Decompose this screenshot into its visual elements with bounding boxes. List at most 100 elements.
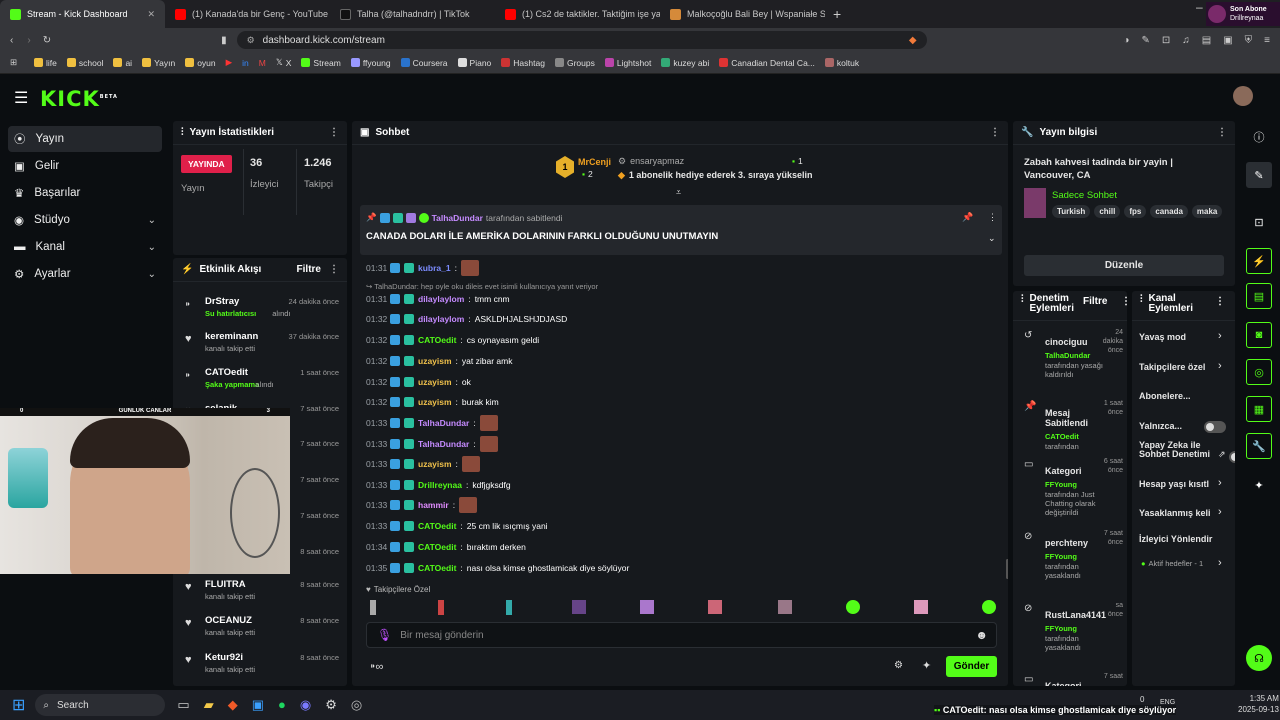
emote-icon[interactable] (846, 600, 860, 614)
url-field[interactable]: ⚙ dashboard.kick.com/stream ◆ (236, 31, 927, 49)
brave-shield-icon[interactable]: ◆ (909, 35, 917, 46)
send-button[interactable]: Gönder (946, 656, 997, 677)
chat-message[interactable]: 01:33 TalhaDundar: (366, 415, 498, 431)
bookmark-folder[interactable]: Yayın (142, 58, 175, 68)
lightning-icon[interactable]: ⚡ (1246, 248, 1272, 274)
sidebar-item-studyo[interactable]: ◉ Stüdyo ⌄ (8, 207, 162, 233)
apps-grid-icon[interactable]: ⊞ (10, 57, 17, 68)
emote-icon[interactable] (370, 600, 376, 615)
task-view-icon[interactable]: ▭ (177, 697, 189, 713)
chat-message[interactable]: 01:32 uzayism: yat zibar amk (366, 354, 512, 368)
bookmark-x[interactable]: 𝕏X (276, 57, 292, 68)
windows-start-icon[interactable]: ⊞ (12, 695, 25, 715)
mod-action-item[interactable]: ▭ Kategori 6 saat önce FFYoung tarafından Ju… (1013, 458, 1127, 523)
mod-action-by[interactable]: FFYoung (1045, 480, 1077, 489)
more-options-icon[interactable]: ⋮ (988, 212, 997, 223)
emote-icon[interactable] (572, 600, 586, 614)
activity-item[interactable]: ⁍ DrStray 24 dakika önce Su hatırlatıcısı a… (173, 296, 347, 326)
chat-username[interactable]: uzayism (418, 356, 452, 366)
more-options-icon[interactable]: ⋮ (329, 264, 339, 275)
emote-icon[interactable] (914, 600, 928, 614)
clock[interactable]: 1:35 AM 2025-09-13 (1238, 693, 1279, 715)
edit-icon[interactable]: ✎ (1246, 162, 1272, 188)
taskbar-search[interactable]: ⌕ Search (35, 694, 166, 716)
gmail-bookmark-icon[interactable]: M (259, 58, 266, 68)
unpin-icon[interactable]: 📌 (962, 212, 973, 223)
tab-kick-dashboard[interactable]: Stream - Kick Dashboard ✕ (0, 0, 165, 28)
account-age-action[interactable]: Hesap yaşı kısıtl (1139, 479, 1219, 489)
bookmark-piano[interactable]: Piano (457, 58, 491, 68)
bookmark-folder[interactable]: oyun (185, 58, 216, 68)
chat-username[interactable]: TalhaDundar (418, 439, 469, 449)
back-icon[interactable]: ‹ (10, 35, 13, 46)
slow-mode-action[interactable]: Yavaş mod (1139, 332, 1186, 342)
chevron-right-icon[interactable]: › (1218, 360, 1222, 372)
target-icon[interactable]: ⊡ (1246, 209, 1272, 235)
sidebar-item-gelir[interactable]: ▣ Gelir (8, 153, 162, 179)
followers-only-action[interactable]: Takipçilere özel (1139, 362, 1205, 372)
chat-username[interactable]: uzayism (418, 397, 452, 407)
chat-scrollbar[interactable] (1006, 559, 1008, 579)
close-tab-icon[interactable]: ✕ (147, 9, 155, 20)
bookmark-folder[interactable]: life (34, 58, 57, 68)
emote-icon[interactable] (778, 600, 792, 614)
clipboard-icon[interactable]: ▤ (1246, 283, 1272, 309)
sidebar-item-yayin[interactable]: ⦿ Yayın (8, 126, 162, 152)
mod-action-by[interactable]: TalhaDundar (1045, 351, 1090, 360)
activity-item[interactable]: ♥ OCEANUZ 8 saat önce kanalı takip etti (173, 615, 347, 645)
gift-sub-icon[interactable]: ✦ (922, 659, 931, 672)
chat-message[interactable]: 01:34 CATOedit: bıraktım derken (366, 540, 526, 554)
bookmark-coursera[interactable]: Coursera (400, 58, 448, 68)
chat-message[interactable]: 01:31 kubra_1: (366, 260, 479, 276)
chat-username[interactable]: CATOedit (418, 542, 456, 552)
chat-message[interactable]: 01:32 uzayism: ok (366, 375, 471, 389)
emote-only-toggle[interactable] (1229, 451, 1235, 463)
host-action[interactable]: İzleyici Yönlendir (1139, 534, 1212, 544)
chat-username[interactable]: Drillreynaa (418, 480, 462, 490)
chevron-right-icon[interactable]: › (1218, 506, 1222, 518)
sparkle-icon[interactable]: ✦ (1246, 472, 1272, 498)
filter-button[interactable]: Filtre (1083, 296, 1107, 307)
vpn-icon[interactable]: ⛨ (1245, 35, 1253, 46)
menu-icon[interactable]: ≡ (1264, 35, 1270, 46)
edit-button[interactable]: Düzenle (1024, 255, 1224, 276)
kick-logo[interactable]: KICKBETA (40, 87, 118, 111)
discord-icon[interactable]: ◉ (300, 697, 311, 713)
activity-item[interactable]: ⁍ CATOedit 1 saat önce Şaka yapmama alındı (173, 367, 347, 397)
bookmark-stream[interactable]: Stream (301, 58, 341, 68)
activity-item[interactable]: ♥ Ketur92i 8 saat önce kanalı takip etti (173, 652, 347, 682)
chevron-right-icon[interactable]: › (1218, 557, 1222, 569)
linkedin-bookmark-icon[interactable]: in (242, 58, 249, 68)
external-link-icon[interactable]: ⇗ (1218, 449, 1226, 460)
gift-user[interactable]: ensaryapmaz (630, 156, 684, 167)
chat-message[interactable]: 01:32 uzayism: burak kim (366, 395, 499, 409)
brave-browser-icon[interactable]: ◆ (228, 697, 238, 713)
mod-action-item[interactable]: ⊘ perchteny 7 saat önce FFYoung tarafından y… (1013, 530, 1127, 595)
wallet-icon[interactable]: ▣ (1223, 35, 1232, 46)
chevron-right-icon[interactable]: › (1218, 477, 1222, 489)
chat-username[interactable]: uzayism (418, 459, 452, 469)
emoji-icon[interactable]: ☻ (975, 628, 988, 642)
chat-message[interactable]: 01:33 TalhaDundar: (366, 436, 498, 452)
subscribers-only-toggle[interactable] (1204, 421, 1226, 433)
photos-icon[interactable]: ▣ (252, 697, 264, 713)
chat-message[interactable]: 01:32 dilaylaylom: ASKLDHJALSHJDJASD (366, 312, 567, 326)
language-indicator[interactable]: ENG (1160, 699, 1175, 706)
site-info-icon[interactable]: ⚙ (247, 35, 255, 46)
more-options-icon[interactable]: ⋮ (329, 127, 339, 138)
emote-icon[interactable] (640, 600, 654, 614)
tab-youtube[interactable]: (1) Kanada'da bir Genç - YouTube (165, 0, 330, 28)
chat-username[interactable]: TalhaDundar (418, 418, 469, 428)
chat-username[interactable]: CATOedit (418, 563, 456, 573)
chat-username[interactable]: uzayism (418, 377, 452, 387)
bookmark-ffyoung[interactable]: ffyoung (350, 58, 391, 68)
mod-action-item[interactable]: ⊘ RustLana4141 sa önce FFYoung tarafından ya… (1013, 602, 1127, 667)
chat-username[interactable]: CATOedit (418, 335, 456, 345)
pinned-by-user[interactable]: TalhaDundar (432, 213, 483, 223)
bookmark-kuzey[interactable]: kuzey abi (661, 58, 709, 68)
mic-icon[interactable]: 🎙 (377, 628, 392, 642)
extension-icon[interactable]: ✎ (1141, 35, 1149, 46)
top-gifter-name[interactable]: MrCenji (578, 157, 611, 167)
bookmark-hashtag[interactable]: Hashtag (501, 58, 545, 68)
category-name[interactable]: Sadece Sohbet (1052, 190, 1117, 201)
